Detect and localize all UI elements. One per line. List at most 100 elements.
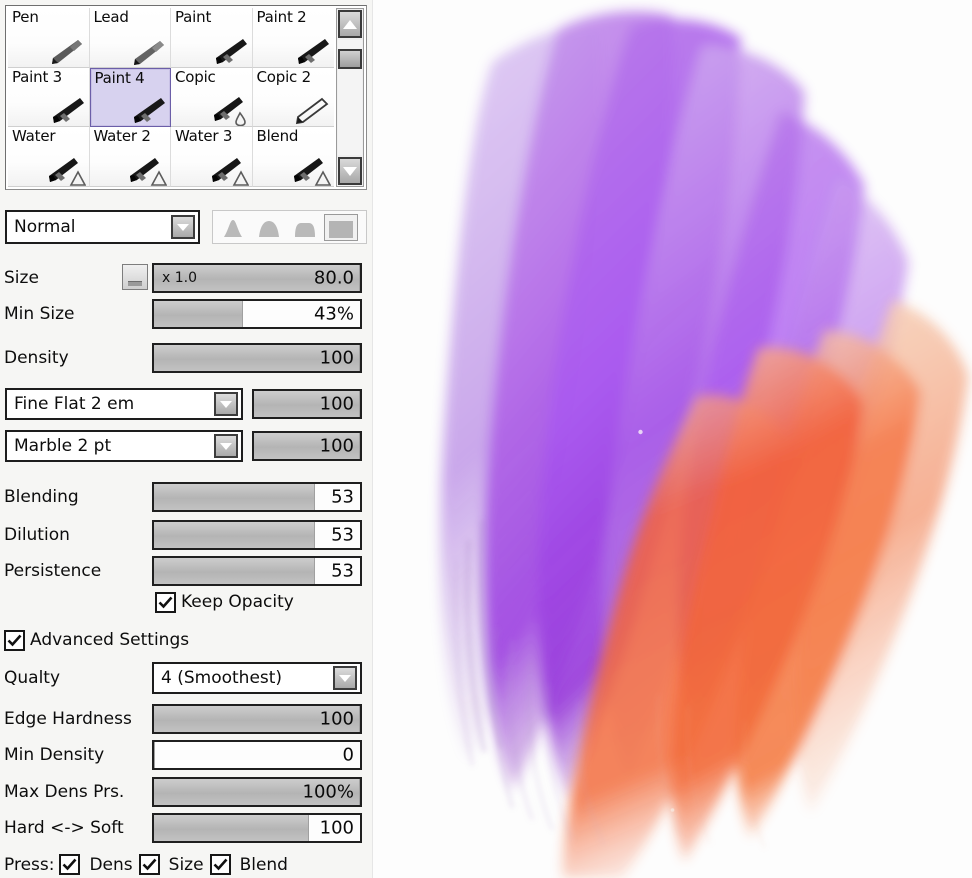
brush-preset-label: Paint 4 <box>94 68 145 87</box>
keep-opacity-checkbox[interactable] <box>155 591 176 613</box>
dilution-slider[interactable]: 53 <box>152 520 362 550</box>
advanced-settings-label: Advanced Settings <box>30 630 190 650</box>
paint-brush-icon <box>285 35 331 67</box>
brush-preset-label: Water 3 <box>175 127 233 146</box>
brush-preset-label: Pen <box>12 8 39 26</box>
chevron-down-icon[interactable] <box>333 666 357 690</box>
brush-shape-value-number: 100 <box>319 393 354 415</box>
blending-value: 53 <box>331 486 354 508</box>
brush-preset-paint-3[interactable]: Paint 3 <box>8 67 90 128</box>
size-options-icon[interactable] <box>122 264 148 290</box>
brush-preset-paint[interactable]: Paint <box>171 8 253 68</box>
brush-stroke-artwork[interactable] <box>372 0 972 878</box>
persistence-slider[interactable]: 53 <box>152 556 362 586</box>
press-label: Press: <box>4 854 55 875</box>
min-density-slider[interactable]: 0 <box>152 740 362 770</box>
edge-hardness-slider[interactable]: 100 <box>152 704 362 734</box>
brush-preset-paint-4[interactable]: Paint 4 <box>89 67 171 128</box>
persistence-label: Persistence <box>4 561 102 581</box>
quality-dropdown[interactable]: 4 (Smoothest) <box>152 662 362 694</box>
blending-slider-fill <box>154 484 315 510</box>
brush-preset-label: Paint 2 <box>256 8 307 26</box>
brush-preset-pen[interactable]: Pen <box>8 8 90 68</box>
brush-preset-paint-2[interactable]: Paint 2 <box>252 8 334 68</box>
max-dens-prs-label: Max Dens Prs. <box>4 782 125 802</box>
paint-speck <box>670 808 675 812</box>
shape-wide-bell-icon[interactable] <box>252 214 286 241</box>
chevron-down-icon[interactable] <box>214 434 238 458</box>
size-value: 80.0 <box>313 267 354 289</box>
brush-preset-copic[interactable]: Copic <box>171 67 253 128</box>
brush-texture-dropdown[interactable]: Marble 2 pt <box>5 430 243 462</box>
shape-square-icon[interactable] <box>324 213 358 241</box>
brush-preset-scrollbar[interactable] <box>336 8 364 187</box>
scroll-up-button[interactable] <box>338 10 362 38</box>
scroll-down-button[interactable] <box>338 157 362 185</box>
press-blend-checkbox[interactable] <box>209 854 231 875</box>
edge-hardness-label: Edge Hardness <box>4 709 132 729</box>
blending-label: Blending <box>4 487 79 507</box>
chevron-down-icon[interactable] <box>171 215 195 239</box>
blending-slider[interactable]: 53 <box>152 482 362 512</box>
scrollbar-track[interactable] <box>338 40 362 155</box>
brush-preset-label: Paint 3 <box>12 67 63 86</box>
paint-speck <box>638 429 643 435</box>
persistence-value: 53 <box>331 560 354 582</box>
brush-shape-value: Fine Flat 2 em <box>14 394 135 414</box>
min-density-slider-fill <box>154 742 155 768</box>
press-option-blend[interactable]: Blend <box>209 854 288 875</box>
brush-shape-slider[interactable]: 100 <box>252 389 362 419</box>
brush-edge-shape-buttons <box>212 210 367 244</box>
quality-label: Qualty <box>4 668 61 688</box>
scrollbar-thumb[interactable] <box>338 49 362 70</box>
blend-mode-value: Normal <box>14 217 76 237</box>
min-size-slider[interactable]: 43% <box>152 299 362 329</box>
brush-preset-water-2[interactable]: Water 2 <box>89 127 171 187</box>
paint-brush-icon <box>40 94 86 126</box>
press-size-checkbox[interactable] <box>138 854 160 875</box>
density-slider[interactable]: 100 <box>152 343 362 373</box>
brush-preset-copic-2[interactable]: Copic 2 <box>252 67 334 128</box>
size-multiplier: x 1.0 <box>162 270 197 286</box>
brush-preset-selector: Pen Lead Paint Paint 2 Paint 3 Paint 4 Copic Co… <box>5 5 367 190</box>
dilution-slider-fill <box>154 522 315 548</box>
brush-texture-slider[interactable]: 100 <box>252 431 362 461</box>
water-brush-icon <box>203 154 249 186</box>
water-brush-icon <box>121 154 168 186</box>
brush-preset-water-3[interactable]: Water 3 <box>171 127 253 187</box>
size-slider[interactable]: x 1.0 80.0 <box>152 263 362 293</box>
press-option-dens[interactable]: Dens <box>59 854 133 875</box>
brush-preset-label: Blend <box>256 127 299 146</box>
min-density-label: Min Density <box>4 745 105 765</box>
keep-opacity-checkbox-row[interactable]: Keep Opacity <box>155 591 294 613</box>
shape-flat-bell-icon[interactable] <box>288 214 322 241</box>
brush-preset-lead[interactable]: Lead <box>89 8 171 68</box>
brush-texture-value: Marble 2 pt <box>14 436 112 456</box>
min-size-label: Min Size <box>4 304 75 324</box>
water-brush-icon <box>40 154 86 186</box>
advanced-settings-checkbox[interactable] <box>4 629 25 651</box>
chevron-down-icon[interactable] <box>214 392 238 416</box>
brush-preset-label: Copic 2 <box>256 67 312 86</box>
brush-preset-water[interactable]: Water <box>8 127 90 187</box>
copic-outline-icon <box>285 94 331 126</box>
paint-brush-icon <box>121 94 167 126</box>
dilution-value: 53 <box>331 524 354 546</box>
press-dens-checkbox[interactable] <box>59 854 81 875</box>
hard-soft-label: Hard <-> Soft <box>4 818 124 838</box>
max-dens-prs-slider[interactable]: 100% <box>152 777 362 807</box>
advanced-settings-checkbox-row[interactable]: Advanced Settings <box>4 629 190 651</box>
density-label: Density <box>4 348 69 368</box>
blend-mode-dropdown[interactable]: Normal <box>5 210 200 244</box>
hard-soft-value: 100 <box>319 817 354 839</box>
brush-shape-dropdown[interactable]: Fine Flat 2 em <box>5 388 243 420</box>
brush-preset-grid: Pen Lead Paint Paint 2 Paint 3 Paint 4 Copic Co… <box>8 8 334 187</box>
paint-brush-icon <box>203 35 249 67</box>
pen-tip-icon <box>40 35 86 67</box>
press-blend-label: Blend <box>239 854 288 875</box>
hard-soft-slider[interactable]: 100 <box>152 813 362 843</box>
brush-preset-blend[interactable]: Blend <box>252 127 334 187</box>
shape-narrow-bell-icon[interactable] <box>216 214 250 241</box>
press-option-size[interactable]: Size <box>138 854 204 875</box>
hard-soft-slider-fill <box>154 815 309 841</box>
